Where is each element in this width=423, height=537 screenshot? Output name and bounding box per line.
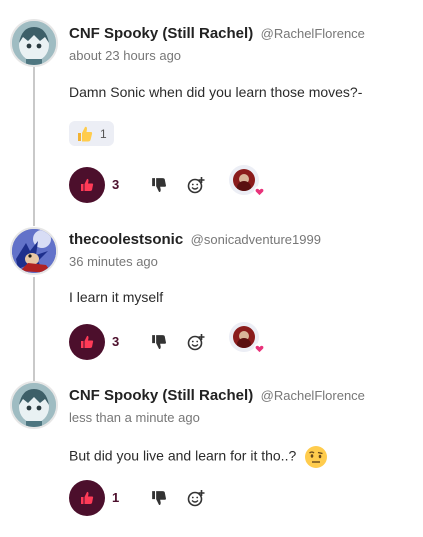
like-count: 3 <box>112 334 120 349</box>
timestamp[interactable]: 36 minutes ago <box>69 254 158 269</box>
comment: CNF Spooky (Still Rachel) @RachelFlorenc… <box>0 370 423 537</box>
author-name[interactable]: CNF Spooky (Still Rachel) <box>69 387 253 404</box>
like-count: 1 <box>112 490 120 505</box>
comment-actions: 1 <box>69 480 289 516</box>
like-button[interactable] <box>69 167 105 203</box>
thumbs-up-icon <box>81 491 94 504</box>
comment-text: I learn it myself <box>69 289 164 305</box>
thumbs-down-icon[interactable] <box>151 490 167 506</box>
comment-header: CNF Spooky (Still Rachel) @RachelFlorenc… <box>69 387 365 405</box>
heart-icon <box>254 186 265 197</box>
comment-text: Damn Sonic when did you learn those move… <box>69 84 363 100</box>
thumbs-up-icon <box>81 178 94 191</box>
comment-header: thecoolestsonic @sonicadventure1999 <box>69 231 321 249</box>
reaction-count: 1 <box>100 126 107 141</box>
comment-text: But did you live and learn for it tho..? <box>69 447 297 464</box>
author-handle[interactable]: @sonicadventure1999 <box>191 232 321 247</box>
reaction-chip[interactable]: 1 <box>69 121 114 146</box>
timestamp[interactable]: about 23 hours ago <box>69 48 181 63</box>
avatar[interactable] <box>10 381 58 429</box>
add-reaction-icon[interactable] <box>187 489 205 507</box>
thumbs-down-icon[interactable] <box>151 334 167 350</box>
thumbs-down-icon[interactable] <box>151 177 167 193</box>
avatar[interactable] <box>10 227 58 275</box>
like-count: 3 <box>112 177 120 192</box>
heart-icon <box>254 343 265 354</box>
author-handle[interactable]: @RachelFlorence <box>261 26 365 41</box>
author-name[interactable]: CNF Spooky (Still Rachel) <box>69 25 253 42</box>
like-button[interactable] <box>69 480 105 516</box>
comment-actions: 3 <box>69 165 289 203</box>
author-name[interactable]: thecoolestsonic <box>69 231 183 248</box>
add-reaction-icon[interactable] <box>187 176 205 194</box>
comment: thecoolestsonic @sonicadventure1999 36 m… <box>0 210 423 370</box>
comment-text-row: But did you live and learn for it tho..? <box>69 445 328 469</box>
like-button[interactable] <box>69 324 105 360</box>
thumbs-up-icon <box>81 335 94 348</box>
comment-actions: 3 <box>69 322 289 360</box>
avatar[interactable] <box>10 19 58 67</box>
comment: CNF Spooky (Still Rachel) @RachelFlorenc… <box>0 0 423 210</box>
comment-header: CNF Spooky (Still Rachel) @RachelFlorenc… <box>69 25 365 43</box>
raised-eyebrow-emoji-icon <box>305 446 328 468</box>
author-handle[interactable]: @RachelFlorence <box>261 388 365 403</box>
timestamp[interactable]: less than a minute ago <box>69 410 200 425</box>
add-reaction-icon[interactable] <box>187 333 205 351</box>
thumbs-up-emoji-icon <box>78 126 93 141</box>
